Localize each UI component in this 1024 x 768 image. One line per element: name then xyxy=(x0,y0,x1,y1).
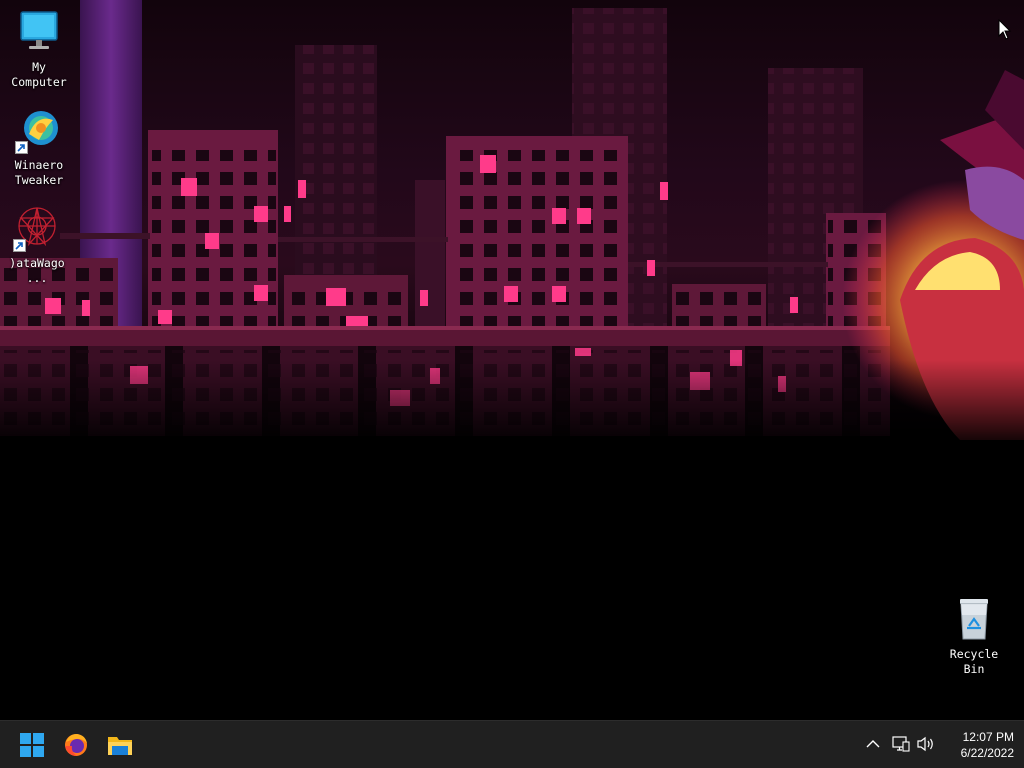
desktop-icon-label: Winaero Tweaker xyxy=(14,158,64,187)
desktop-icon-my-computer[interactable]: My Computer xyxy=(0,8,78,90)
chevron-up-icon xyxy=(866,740,880,748)
winaero-tweaker-icon xyxy=(15,106,63,154)
windows-logo-icon xyxy=(20,733,44,757)
desktop-icon-winaero-tweaker[interactable]: Winaero Tweaker xyxy=(0,106,78,188)
shortcut-arrow-icon xyxy=(15,141,28,154)
show-hidden-icons-button[interactable] xyxy=(862,733,884,755)
taskbar-firefox-button[interactable] xyxy=(56,725,96,765)
monitor-icon xyxy=(15,8,63,56)
taskbar: 12:07 PM 6/22/2022 xyxy=(0,720,1024,768)
datawagon-icon xyxy=(13,204,61,252)
desktop-icon-label: )ataWago ... xyxy=(9,256,65,285)
desktop-wallpaper xyxy=(0,0,1024,720)
start-button[interactable] xyxy=(12,725,52,765)
desktop-icon-datawagon[interactable]: )ataWago ... xyxy=(0,204,76,286)
folder-icon xyxy=(108,737,132,755)
taskbar-clock[interactable]: 12:07 PM 6/22/2022 xyxy=(944,729,1014,761)
desktop-icon-label: Recycle Bin xyxy=(949,647,999,676)
mouse-cursor-icon xyxy=(998,18,1012,45)
clock-date: 6/22/2022 xyxy=(960,746,1014,760)
volume-button[interactable] xyxy=(915,733,937,755)
recycle-bin-icon xyxy=(950,595,998,643)
speaker-icon xyxy=(917,736,933,752)
desktop-icon-recycle-bin[interactable]: Recycle Bin xyxy=(935,595,1013,677)
taskbar-file-explorer-button[interactable] xyxy=(100,725,140,765)
shortcut-arrow-icon xyxy=(13,239,26,252)
firefox-icon xyxy=(65,734,87,756)
desktop-icon-label: My Computer xyxy=(11,60,67,89)
network-status-button[interactable] xyxy=(890,733,912,755)
network-icon xyxy=(892,736,910,752)
clock-time: 12:07 PM xyxy=(962,730,1014,744)
